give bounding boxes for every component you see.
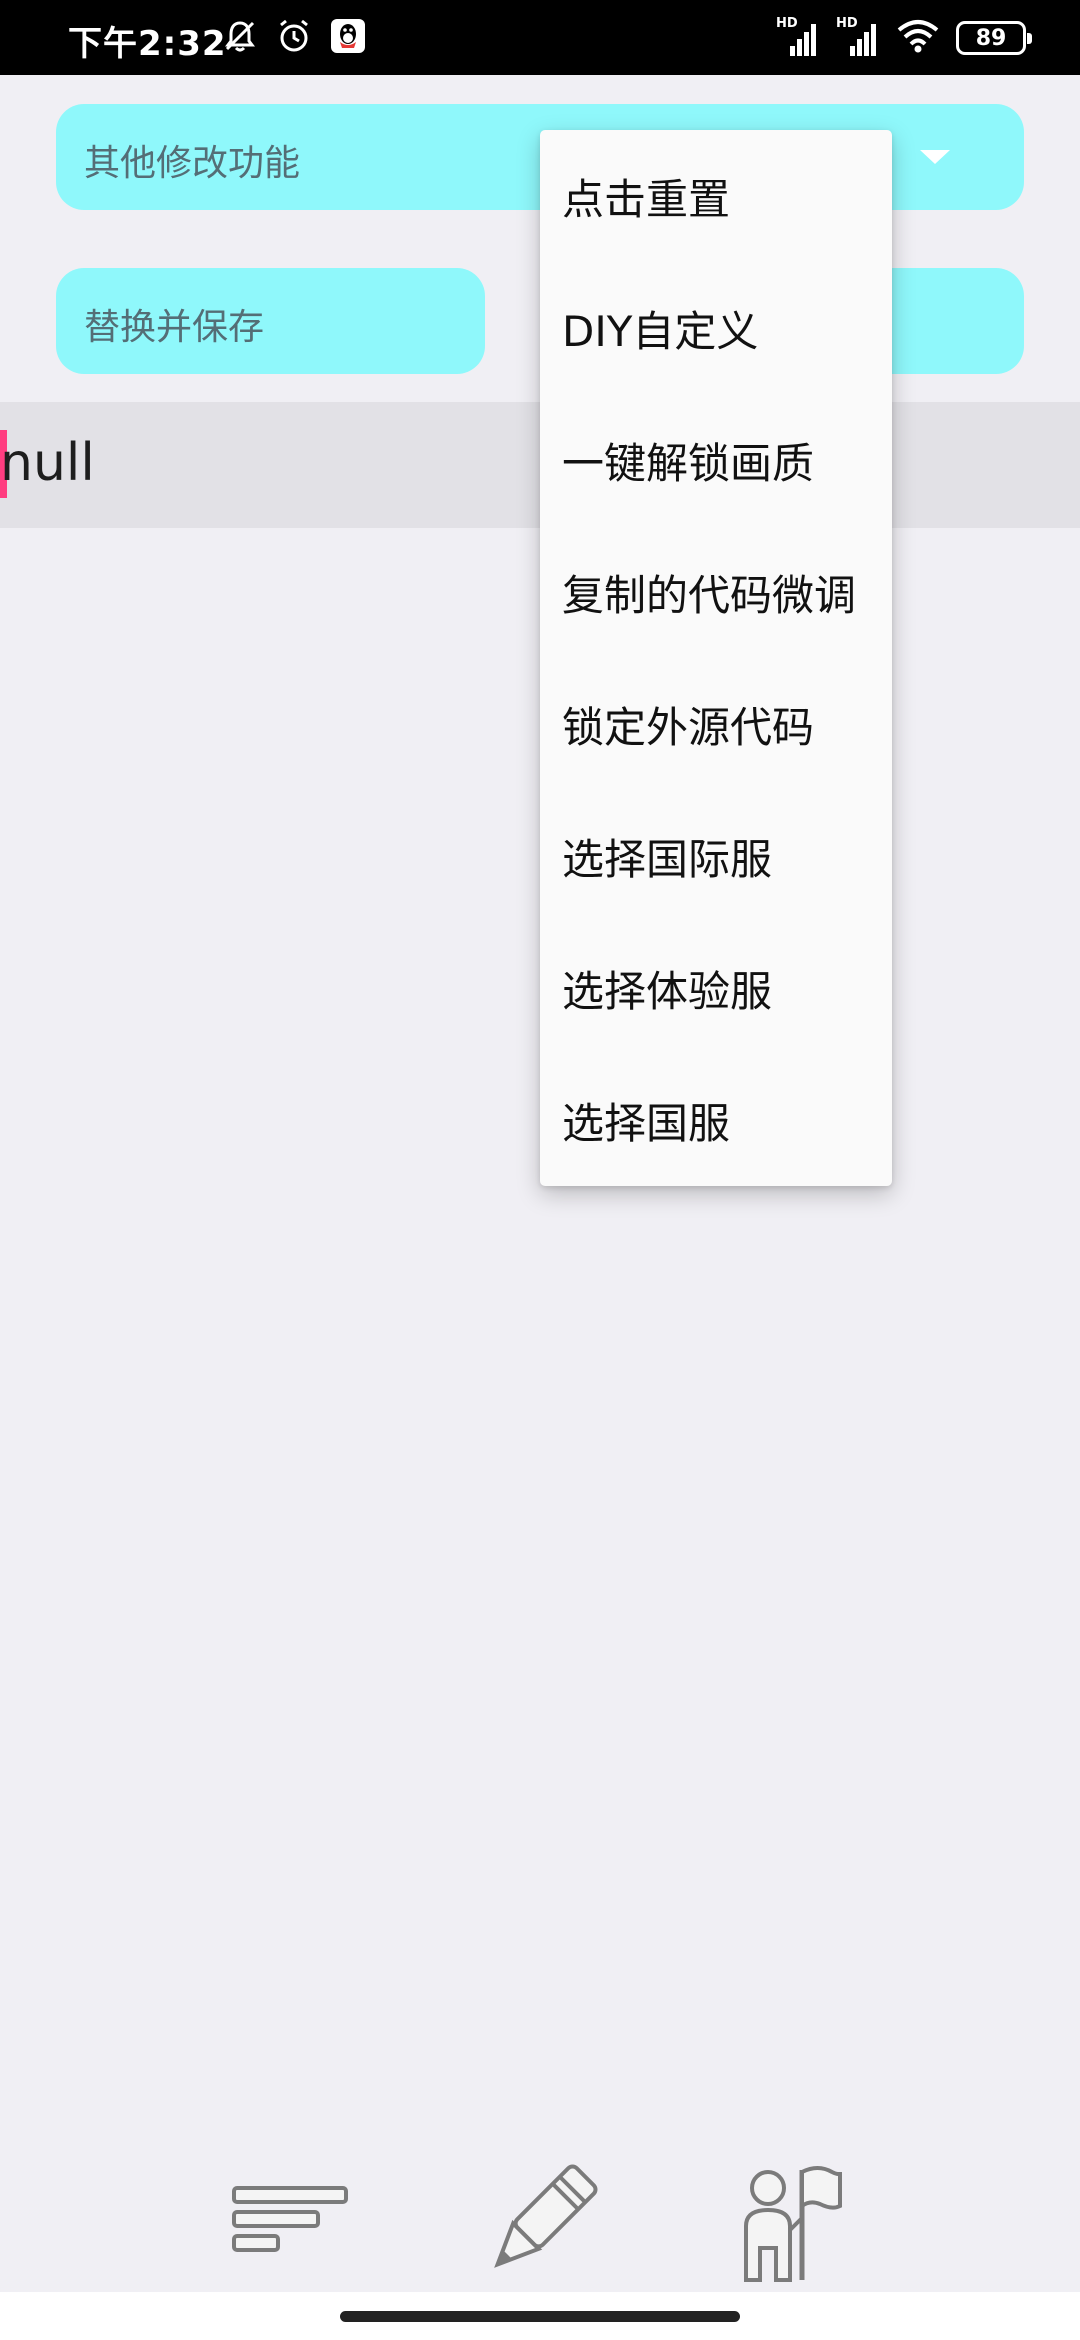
alarm-icon bbox=[276, 18, 312, 58]
battery-icon: 89 bbox=[956, 21, 1032, 55]
list-icon[interactable] bbox=[228, 2160, 352, 2274]
person-flag-icon[interactable] bbox=[736, 2160, 848, 2288]
bell-off-icon bbox=[222, 18, 258, 58]
dropdown-option-diy[interactable]: DIY自定义 bbox=[540, 262, 892, 394]
status-bar: 下午2:32 HD HD 89 bbox=[0, 0, 1080, 75]
dropdown-option-code-tweak[interactable]: 复制的代码微调 bbox=[540, 526, 892, 658]
dropdown-option-unlock-quality[interactable]: 一键解锁画质 bbox=[540, 394, 892, 526]
status-icons-right: HD HD 89 bbox=[776, 16, 1032, 58]
battery-level: 89 bbox=[975, 25, 1007, 51]
dropdown-menu: 点击重置 DIY自定义 一键解锁画质 复制的代码微调 锁定外源代码 选择国际服 … bbox=[540, 130, 892, 1186]
wifi-icon bbox=[896, 18, 940, 58]
signal-hd-icon: HD bbox=[776, 16, 820, 58]
status-icons-left bbox=[222, 18, 366, 58]
replace-save-label: 替换并保存 bbox=[84, 307, 265, 348]
dropdown-option-domestic[interactable]: 选择国服 bbox=[540, 1054, 892, 1186]
function-select-label: 其他修改功能 bbox=[84, 143, 301, 184]
signal-hd-icon: HD bbox=[836, 16, 880, 58]
qq-icon bbox=[330, 18, 366, 58]
dropdown-option-reset[interactable]: 点击重置 bbox=[540, 130, 892, 262]
pencil-icon[interactable] bbox=[478, 2160, 602, 2288]
replace-save-button[interactable]: 替换并保存 bbox=[56, 268, 485, 374]
output-text: null bbox=[0, 433, 95, 493]
dropdown-option-international[interactable]: 选择国际服 bbox=[540, 790, 892, 922]
status-time: 下午2:32 bbox=[68, 24, 227, 64]
dropdown-option-lock-external[interactable]: 锁定外源代码 bbox=[540, 658, 892, 790]
home-indicator[interactable] bbox=[340, 2311, 740, 2322]
dropdown-arrow-icon[interactable] bbox=[920, 150, 950, 164]
dropdown-option-beta[interactable]: 选择体验服 bbox=[540, 922, 892, 1054]
